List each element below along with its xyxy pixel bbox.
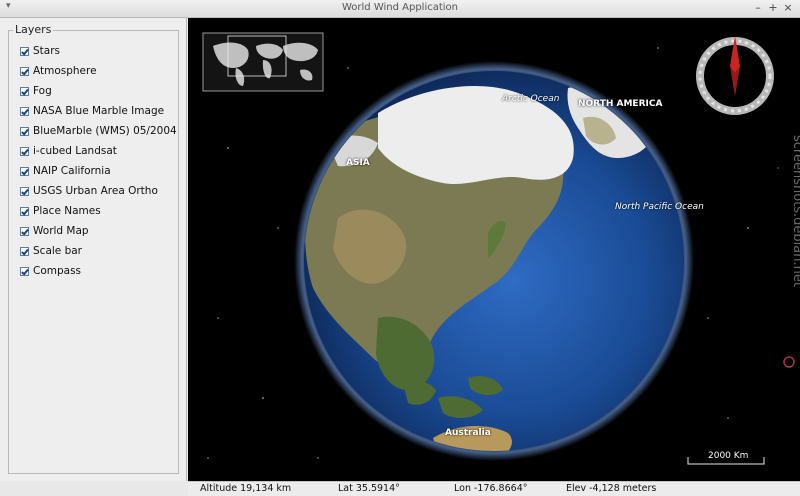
layer-toggle-scale-bar[interactable]: Scale bar [20,242,82,260]
layer-checkbox[interactable] [20,146,29,156]
layer-checkbox[interactable] [20,66,29,76]
world-map-overview[interactable] [202,32,324,92]
close-icon[interactable]: × [782,1,794,15]
layer-toggle-compass[interactable]: Compass [20,262,81,280]
layer-toggle-atmosphere[interactable]: Atmosphere [20,62,97,80]
layer-checkbox[interactable] [20,226,29,236]
layer-label: Atmosphere [33,65,97,77]
globe-canvas[interactable] [188,18,800,481]
layer-label: USGS Urban Area Ortho [33,185,158,197]
layer-toggle-usgs-ortho[interactable]: USGS Urban Area Ortho [20,182,158,200]
layer-checkbox[interactable] [20,206,29,216]
layer-label: Place Names [33,205,101,217]
layer-label: i-cubed Landsat [33,145,117,157]
layer-toggle-naip[interactable]: NAIP California [20,162,111,180]
layer-toggle-bluemarble-wms[interactable]: BlueMarble (WMS) 05/2004 [20,122,177,140]
scale-bar-label: 2000 Km [708,451,749,461]
status-elevation: Elev -4,128 meters [566,483,657,494]
layer-toggle-stars[interactable]: Stars [20,42,60,60]
layer-toggle-blue-marble[interactable]: NASA Blue Marble Image [20,102,164,120]
layers-title: Layers [13,23,54,36]
layer-label: World Map [33,225,89,237]
layers-panel: Layers Stars Atmosphere Fog NASA Blue Ma… [0,18,187,481]
layer-checkbox[interactable] [20,186,29,196]
layer-checkbox[interactable] [20,86,29,96]
layer-label: Scale bar [33,245,83,257]
layer-toggle-world-map[interactable]: World Map [20,222,89,240]
globe-viewport[interactable]: Arctic Ocean NORTH AMERICA ASIA North Pa… [188,18,800,481]
minimize-icon[interactable]: – [752,1,764,15]
status-altitude: Altitude 19,134 km [200,483,292,494]
compass[interactable] [696,36,774,115]
layer-checkbox[interactable] [20,126,29,136]
layer-label: Fog [33,85,52,97]
status-bar: Altitude 19,134 km Lat 35.5914° Lon -176… [188,481,800,496]
watermark: screenshots.debian.net [783,135,800,368]
layer-checkbox[interactable] [20,166,29,176]
layer-label: Stars [33,45,61,57]
layer-toggle-landsat[interactable]: i-cubed Landsat [20,142,117,160]
layer-checkbox[interactable] [20,246,29,256]
label-asia: ASIA [346,158,370,168]
status-longitude: Lon -176.8664° [454,483,528,494]
layer-checkbox[interactable] [20,46,29,56]
layer-toggle-place-names[interactable]: Place Names [20,202,101,220]
window-title: World Wind Application [341,2,459,13]
layer-label: Compass [33,265,82,277]
layer-checkbox[interactable] [20,106,29,116]
layer-label: BlueMarble (WMS) 05/2004 [33,125,177,137]
layer-checkbox[interactable] [20,266,29,276]
title-bar: ▾ World Wind Application – + × [0,0,800,18]
label-australia: Australia [445,428,491,438]
layer-label: NASA Blue Marble Image [33,105,165,117]
svg-text:screenshots.debian.net: screenshots.debian.net [790,135,800,287]
label-north-america: NORTH AMERICA [578,99,663,109]
watermark-logo-icon [783,356,795,368]
status-latitude: Lat 35.5914° [338,483,400,494]
label-arctic-ocean: Arctic Ocean [502,94,560,104]
layer-toggle-fog[interactable]: Fog [20,82,52,100]
label-north-pacific-ocean: North Pacific Ocean [615,202,704,212]
layer-label: NAIP California [33,165,111,177]
maximize-icon[interactable]: + [767,1,779,15]
